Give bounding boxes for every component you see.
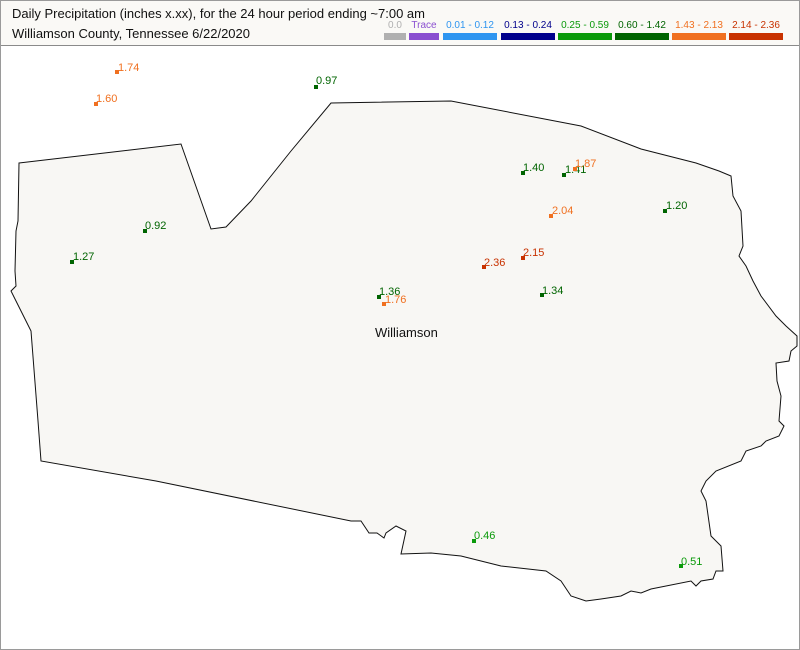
station-value-label: 1.60	[96, 93, 117, 105]
station-marker: 0.92	[143, 220, 166, 233]
legend-label: 0.13 - 0.24	[504, 20, 552, 31]
legend-label: Trace	[411, 20, 437, 31]
legend-item-zero: 0.0	[384, 20, 406, 40]
legend-label: 1.43 - 2.13	[675, 20, 723, 31]
station-value-label: 0.97	[316, 75, 337, 87]
map-frame: Daily Precipitation (inches x.xx), for t…	[0, 0, 800, 650]
legend-item-0-60: 0.60 - 1.42	[615, 20, 669, 40]
station-value-label: 2.36	[484, 257, 505, 269]
station-marker: 1.74	[115, 62, 139, 74]
legend-swatch	[409, 33, 439, 40]
legend-item-2-14: 2.14 - 2.36	[729, 20, 783, 40]
legend-label: 0.25 - 0.59	[561, 20, 609, 31]
map-subtitle: Williamson County, Tennessee 6/22/2020	[12, 26, 250, 41]
station-value-label: 1.27	[73, 251, 94, 263]
station-value-label: 0.51	[681, 556, 702, 568]
station-value-label: 1.34	[542, 285, 563, 297]
station-value-label: 1.76	[385, 294, 406, 306]
station-marker: 1.20	[663, 200, 687, 213]
legend-item-0-01: 0.01 - 0.12	[443, 20, 497, 40]
station-marker: 1.34	[540, 285, 563, 297]
station-value-label: 2.04	[552, 205, 573, 217]
station-marker: 2.15	[521, 247, 544, 260]
station-value-label: 1.20	[666, 200, 687, 212]
legend-swatch	[443, 33, 497, 40]
station-value-label: 1.87	[575, 158, 596, 170]
station-marker: 2.36	[482, 257, 505, 269]
county-map: Williamson 1.74 1.60 0.97 1.40 1.41 1.87…	[10, 62, 798, 602]
station-marker: 1.87	[573, 158, 596, 171]
station-marker: 0.97	[314, 75, 337, 89]
station-marker: 0.51	[679, 556, 702, 568]
map-header: Daily Precipitation (inches x.xx), for t…	[1, 1, 799, 46]
legend-item-trace: Trace	[409, 20, 439, 40]
station-value-label: 1.40	[523, 162, 544, 174]
station-marker: 1.60	[94, 93, 117, 106]
county-outline	[10, 100, 798, 602]
legend-item-1-43: 1.43 - 2.13	[672, 20, 726, 40]
legend-swatch	[729, 33, 783, 40]
legend-swatch	[558, 33, 612, 40]
station-value-label: 0.46	[474, 530, 495, 542]
legend-label: 0.60 - 1.42	[618, 20, 666, 31]
station-marker: 0.46	[472, 530, 495, 543]
station-value-label: 0.92	[145, 220, 166, 232]
station-marker: 1.76	[382, 294, 406, 306]
station-marker: 2.04	[549, 205, 573, 218]
legend-swatch	[615, 33, 669, 40]
station-value-label: 1.74	[118, 62, 139, 74]
station-marker: 1.27	[70, 251, 94, 264]
legend-label: 0.01 - 0.12	[446, 20, 494, 31]
station-value-label: 2.15	[523, 247, 544, 259]
legend-item-0-13: 0.13 - 0.24	[501, 20, 555, 40]
legend-swatch	[672, 33, 726, 40]
station-marker: 1.40	[521, 162, 544, 175]
legend-swatch	[501, 33, 555, 40]
legend-label: 2.14 - 2.36	[732, 20, 780, 31]
legend-label: 0.0	[388, 20, 402, 31]
legend-swatch	[384, 33, 406, 40]
county-name-label: Williamson	[375, 325, 438, 340]
map-title: Daily Precipitation (inches x.xx), for t…	[12, 6, 425, 21]
legend-item-0-25: 0.25 - 0.59	[558, 20, 612, 40]
